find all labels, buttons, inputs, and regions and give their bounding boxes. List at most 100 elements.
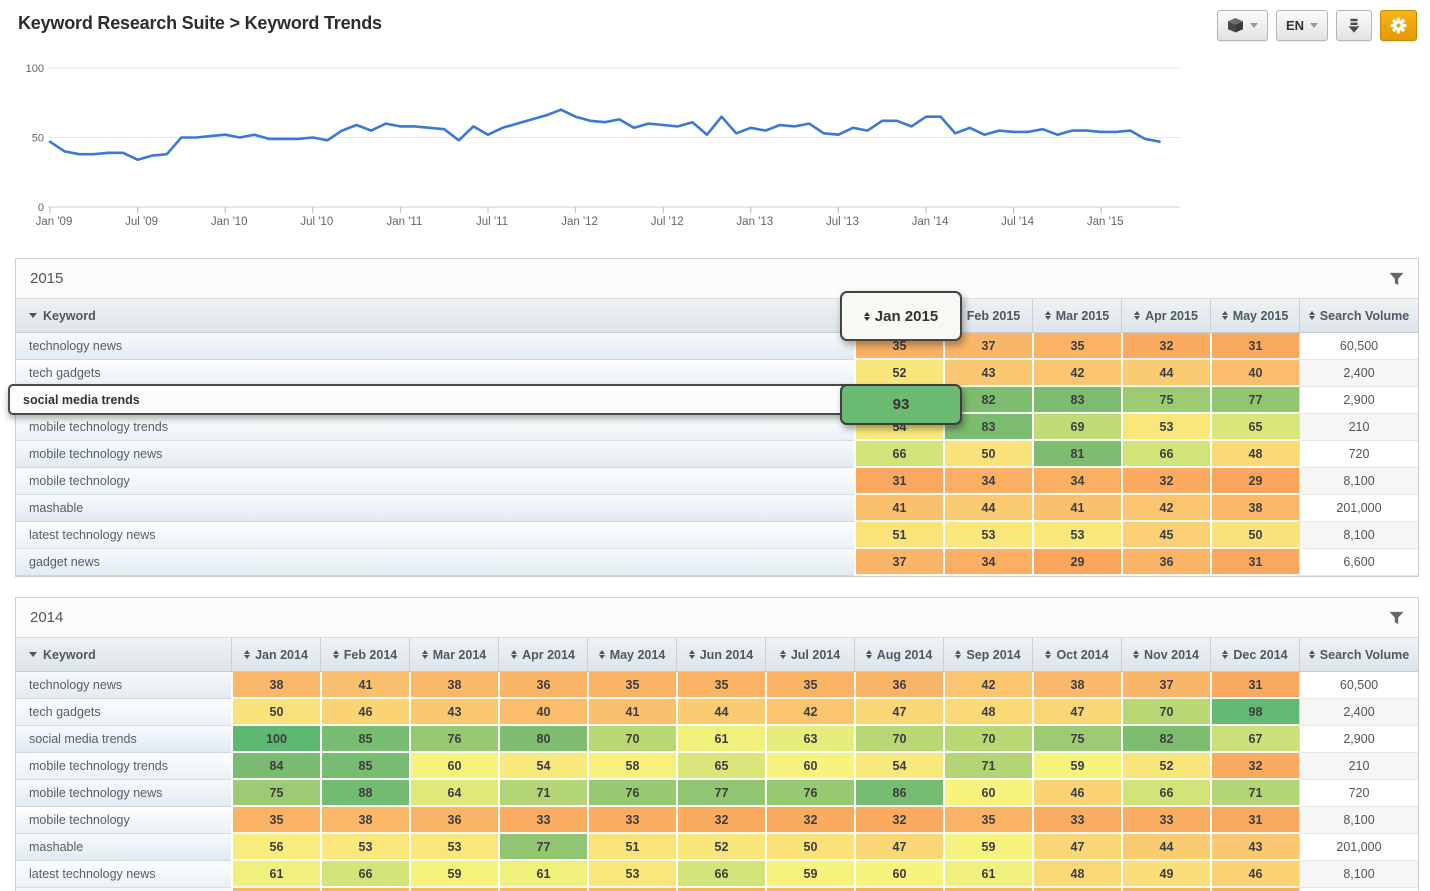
value-cell[interactable]: 47: [854, 699, 943, 726]
value-cell[interactable]: 53: [943, 522, 1032, 549]
search-volume-header[interactable]: Search Volume: [1299, 299, 1418, 332]
value-cell[interactable]: 58: [587, 753, 676, 780]
value-cell[interactable]: 34: [943, 468, 1032, 495]
value-cell[interactable]: 59: [409, 861, 498, 888]
value-cell[interactable]: 33: [1032, 807, 1121, 834]
value-cell[interactable]: 29: [1210, 468, 1299, 495]
value-cell[interactable]: 47: [1032, 834, 1121, 861]
value-cell[interactable]: 50: [943, 441, 1032, 468]
column-header[interactable]: Sep 2014: [943, 638, 1032, 671]
value-cell[interactable]: 48: [1210, 441, 1299, 468]
value-cell[interactable]: 66: [676, 861, 765, 888]
value-cell[interactable]: 47: [1032, 699, 1121, 726]
value-cell[interactable]: 77: [676, 780, 765, 807]
keyword-cell[interactable]: latest technology news: [16, 861, 231, 888]
value-cell[interactable]: 70: [587, 726, 676, 753]
value-cell[interactable]: 54: [854, 753, 943, 780]
column-header[interactable]: Mar 2015: [1032, 299, 1121, 332]
value-cell[interactable]: 36: [498, 672, 587, 699]
value-cell[interactable]: 38: [409, 672, 498, 699]
column-header[interactable]: Aug 2014: [854, 638, 943, 671]
value-cell[interactable]: 53: [1121, 414, 1210, 441]
value-cell[interactable]: 33: [1121, 807, 1210, 834]
value-cell[interactable]: 65: [676, 753, 765, 780]
value-cell[interactable]: 70: [943, 726, 1032, 753]
value-cell[interactable]: 66: [1121, 441, 1210, 468]
keyword-cell[interactable]: latest technology news: [16, 522, 854, 549]
value-cell[interactable]: 44: [1121, 360, 1210, 387]
value-cell[interactable]: 59: [765, 861, 854, 888]
value-cell[interactable]: 33: [498, 807, 587, 834]
dragged-row-popup[interactable]: social media trends: [8, 384, 854, 415]
value-cell[interactable]: 85: [320, 753, 409, 780]
value-cell[interactable]: 56: [231, 834, 320, 861]
filter-icon[interactable]: [1389, 272, 1404, 286]
value-cell[interactable]: 71: [943, 753, 1032, 780]
value-cell[interactable]: 42: [943, 672, 1032, 699]
value-cell[interactable]: 63: [765, 726, 854, 753]
value-cell[interactable]: 42: [765, 699, 854, 726]
value-cell[interactable]: 34: [943, 549, 1032, 576]
value-cell[interactable]: 36: [1121, 549, 1210, 576]
value-cell[interactable]: 43: [409, 699, 498, 726]
value-cell[interactable]: 46: [1210, 861, 1299, 888]
value-cell[interactable]: 75: [1032, 726, 1121, 753]
value-cell[interactable]: 59: [943, 834, 1032, 861]
value-cell[interactable]: 44: [943, 495, 1032, 522]
value-cell[interactable]: 64: [409, 780, 498, 807]
value-cell[interactable]: 38: [320, 807, 409, 834]
keyword-cell[interactable]: technology news: [16, 333, 854, 360]
keyword-cell[interactable]: mobile technology trends: [16, 414, 854, 441]
value-cell[interactable]: 49: [1121, 861, 1210, 888]
value-cell[interactable]: 31: [1210, 549, 1299, 576]
value-cell[interactable]: 50: [231, 699, 320, 726]
value-cell[interactable]: 41: [854, 495, 943, 522]
column-header[interactable]: Mar 2014: [409, 638, 498, 671]
keyword-cell[interactable]: mobile technology: [16, 807, 231, 834]
value-cell[interactable]: 66: [1121, 780, 1210, 807]
column-header[interactable]: May 2014: [587, 638, 676, 671]
value-cell[interactable]: 29: [1032, 549, 1121, 576]
value-cell[interactable]: 32: [1121, 468, 1210, 495]
value-cell[interactable]: 34: [1032, 468, 1121, 495]
keyword-cell[interactable]: gadget news: [16, 549, 854, 576]
value-cell[interactable]: 70: [1121, 699, 1210, 726]
value-cell[interactable]: 38: [231, 672, 320, 699]
value-cell[interactable]: 80: [498, 726, 587, 753]
value-cell[interactable]: 82: [1121, 726, 1210, 753]
column-header[interactable]: Jan 2014: [231, 638, 320, 671]
value-cell[interactable]: 100: [231, 726, 320, 753]
value-cell[interactable]: 35: [587, 672, 676, 699]
value-cell[interactable]: 53: [587, 861, 676, 888]
value-cell[interactable]: 42: [1121, 495, 1210, 522]
value-cell[interactable]: 65: [1210, 414, 1299, 441]
value-cell[interactable]: 48: [943, 699, 1032, 726]
value-cell[interactable]: 59: [1032, 753, 1121, 780]
keyword-cell[interactable]: technology news: [16, 672, 231, 699]
value-cell[interactable]: 54: [498, 753, 587, 780]
value-cell[interactable]: 38: [1210, 495, 1299, 522]
value-cell[interactable]: 32: [676, 807, 765, 834]
value-cell[interactable]: 43: [943, 360, 1032, 387]
value-cell[interactable]: 66: [854, 441, 943, 468]
value-cell[interactable]: 31: [854, 468, 943, 495]
value-cell[interactable]: 60: [943, 780, 1032, 807]
value-cell[interactable]: 51: [854, 522, 943, 549]
value-cell[interactable]: 35: [943, 807, 1032, 834]
value-cell[interactable]: 36: [409, 807, 498, 834]
value-cell[interactable]: 50: [765, 834, 854, 861]
search-volume-header[interactable]: Search Volume: [1299, 638, 1418, 671]
download-button[interactable]: [1336, 10, 1372, 41]
keyword-cell[interactable]: mobile technology news: [16, 780, 231, 807]
value-cell[interactable]: 61: [231, 861, 320, 888]
value-cell[interactable]: 50: [1210, 522, 1299, 549]
keyword-cell[interactable]: mobile technology trends: [16, 753, 231, 780]
keyword-cell[interactable]: mashable: [16, 834, 231, 861]
value-cell[interactable]: 77: [1210, 387, 1299, 414]
value-cell[interactable]: 88: [320, 780, 409, 807]
value-cell[interactable]: 70: [854, 726, 943, 753]
keyword-cell[interactable]: mobile technology news: [16, 441, 854, 468]
value-cell[interactable]: 33: [587, 807, 676, 834]
value-cell[interactable]: 69: [1032, 414, 1121, 441]
value-cell[interactable]: 71: [1210, 780, 1299, 807]
